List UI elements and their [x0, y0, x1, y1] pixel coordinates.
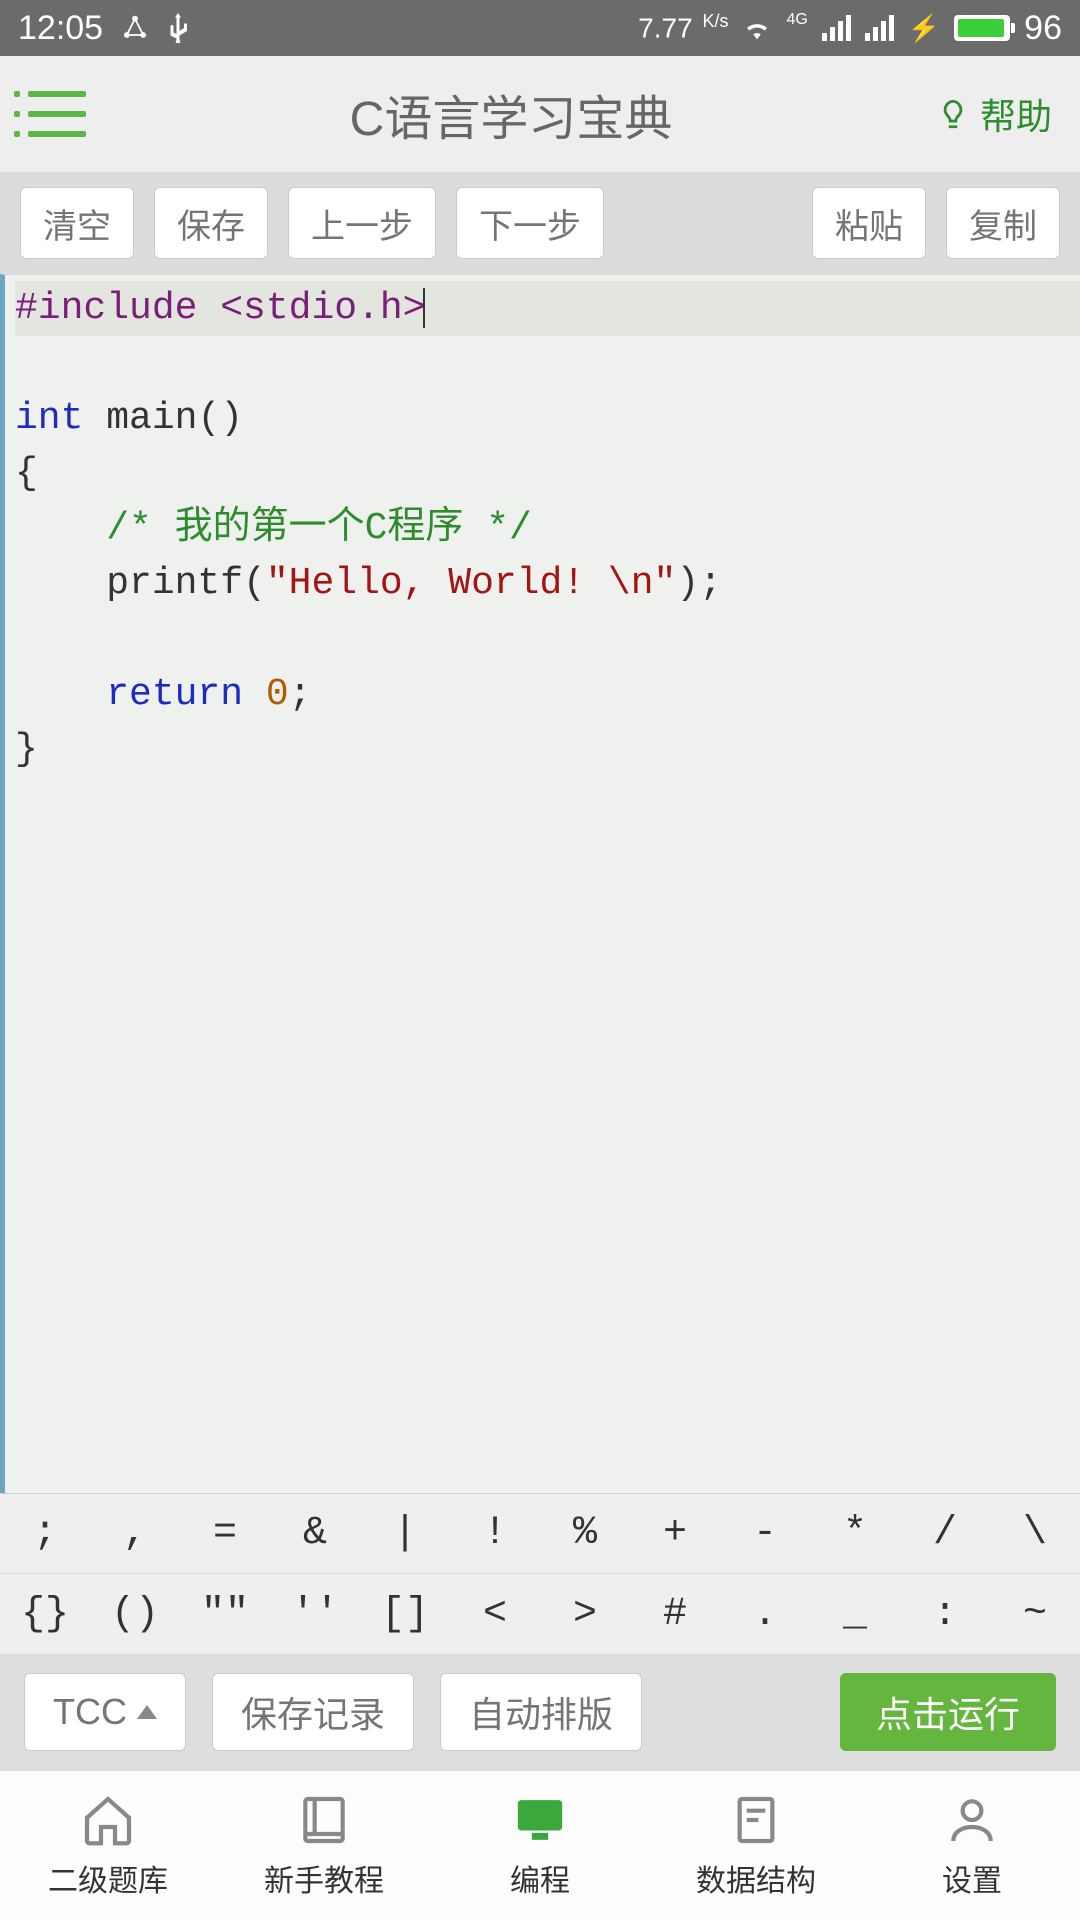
document-icon — [728, 1792, 784, 1848]
symbol-key[interactable]: + — [630, 1494, 720, 1573]
nav-data-structure[interactable]: 数据结构 — [648, 1771, 864, 1920]
nav-label: 编程 — [510, 1856, 570, 1900]
symbol-key[interactable]: = — [180, 1494, 270, 1573]
symbol-key[interactable]: / — [900, 1494, 990, 1573]
redo-button[interactable]: 下一步 — [456, 187, 604, 259]
code-token: 0 — [266, 673, 289, 716]
nav-label: 新手教程 — [264, 1856, 384, 1900]
copy-button[interactable]: 复制 — [946, 187, 1060, 259]
auto-format-button[interactable]: 自动排版 — [440, 1673, 642, 1751]
symbol-key[interactable]: "" — [180, 1574, 270, 1654]
monitor-icon — [512, 1792, 568, 1848]
wifi-icon — [742, 16, 772, 40]
code-token: int — [15, 397, 83, 440]
compiler-selector[interactable]: TCC — [24, 1673, 186, 1751]
code-token: #include <stdio.h> — [15, 287, 425, 330]
symbol-key[interactable]: # — [630, 1574, 720, 1654]
symbol-key[interactable]: \ — [990, 1494, 1080, 1573]
status-bar: 12:05 7.77 K/s 4G ⚡ 96 — [0, 0, 1080, 56]
battery-percent: 96 — [1024, 9, 1062, 48]
app-title: C语言学习宝典 — [86, 79, 936, 149]
nav-label: 二级题库 — [48, 1856, 168, 1900]
nav-tutorial[interactable]: 新手教程 — [216, 1771, 432, 1920]
signal-icon — [822, 15, 851, 41]
code-token: ); — [676, 562, 722, 605]
network-type: 4G — [786, 11, 807, 29]
code-token: printf( — [15, 562, 266, 605]
user-icon — [944, 1792, 1000, 1848]
code-editor[interactable]: #include <stdio.h> int main() { /* 我的第一个… — [0, 274, 1080, 1493]
symbol-key[interactable]: [] — [360, 1574, 450, 1654]
undo-button[interactable]: 上一步 — [288, 187, 436, 259]
nav-label: 数据结构 — [696, 1856, 816, 1900]
book-icon — [296, 1792, 352, 1848]
symbol-key[interactable]: ! — [450, 1494, 540, 1573]
app-header: C语言学习宝典 帮助 — [0, 56, 1080, 172]
symbol-key[interactable]: - — [720, 1494, 810, 1573]
paste-button[interactable]: 粘贴 — [812, 187, 926, 259]
symbol-key[interactable]: | — [360, 1494, 450, 1573]
help-label: 帮助 — [980, 88, 1052, 140]
symbol-key[interactable]: < — [450, 1574, 540, 1654]
chevron-up-icon — [137, 1705, 157, 1719]
editor-toolbar: 清空 保存 上一步 下一步 粘贴 复制 — [0, 172, 1080, 274]
save-record-button[interactable]: 保存记录 — [212, 1673, 414, 1751]
usb-icon — [167, 13, 189, 43]
menu-icon[interactable] — [28, 91, 86, 137]
symbol-key[interactable]: & — [270, 1494, 360, 1573]
bottom-nav: 二级题库 新手教程 编程 数据结构 设置 — [0, 1770, 1080, 1920]
code-token: /* 我的第一个C程序 */ — [15, 507, 532, 550]
code-token: } — [15, 728, 38, 771]
lightbulb-icon — [936, 97, 970, 131]
nav-label: 设置 — [942, 1856, 1002, 1900]
code-token: { — [15, 452, 38, 495]
code-token: ; — [289, 673, 312, 716]
code-token: return — [106, 673, 243, 716]
run-button[interactable]: 点击运行 — [840, 1673, 1056, 1751]
clear-button[interactable]: 清空 — [20, 187, 134, 259]
code-token: main() — [83, 397, 243, 440]
symbol-key[interactable]: {} — [0, 1574, 90, 1654]
code-token — [243, 673, 266, 716]
symbol-keyboard: ;,=&|!%+-*/\ {}()""''[]<>#._:~ — [0, 1493, 1080, 1654]
nav-coding[interactable]: 编程 — [432, 1771, 648, 1920]
symbol-key[interactable]: , — [90, 1494, 180, 1573]
symbol-key[interactable]: _ — [810, 1574, 900, 1654]
nav-question-bank[interactable]: 二级题库 — [0, 1771, 216, 1920]
symbol-key[interactable]: '' — [270, 1574, 360, 1654]
text-cursor — [423, 288, 425, 328]
symbol-key[interactable]: . — [720, 1574, 810, 1654]
battery-icon — [954, 15, 1010, 41]
nav-settings[interactable]: 设置 — [864, 1771, 1080, 1920]
symbol-key[interactable]: ; — [0, 1494, 90, 1573]
bottom-toolbar: TCC 保存记录 自动排版 点击运行 — [0, 1654, 1080, 1770]
symbol-key[interactable]: * — [810, 1494, 900, 1573]
share-icon — [121, 14, 149, 42]
code-token: "Hello, World! \n" — [266, 562, 676, 605]
symbol-key[interactable]: > — [540, 1574, 630, 1654]
signal-icon-2 — [865, 15, 894, 41]
symbol-key[interactable]: : — [900, 1574, 990, 1654]
help-button[interactable]: 帮助 — [936, 88, 1052, 140]
compiler-label: TCC — [53, 1691, 127, 1733]
code-token — [15, 673, 106, 716]
symbol-key[interactable]: % — [540, 1494, 630, 1573]
network-speed: 7.77 K/s — [638, 11, 728, 44]
save-button[interactable]: 保存 — [154, 187, 268, 259]
symbol-key[interactable]: ~ — [990, 1574, 1080, 1654]
home-icon — [80, 1792, 136, 1848]
symbol-key[interactable]: () — [90, 1574, 180, 1654]
charging-icon: ⚡ — [908, 13, 940, 44]
status-time: 12:05 — [18, 9, 103, 48]
